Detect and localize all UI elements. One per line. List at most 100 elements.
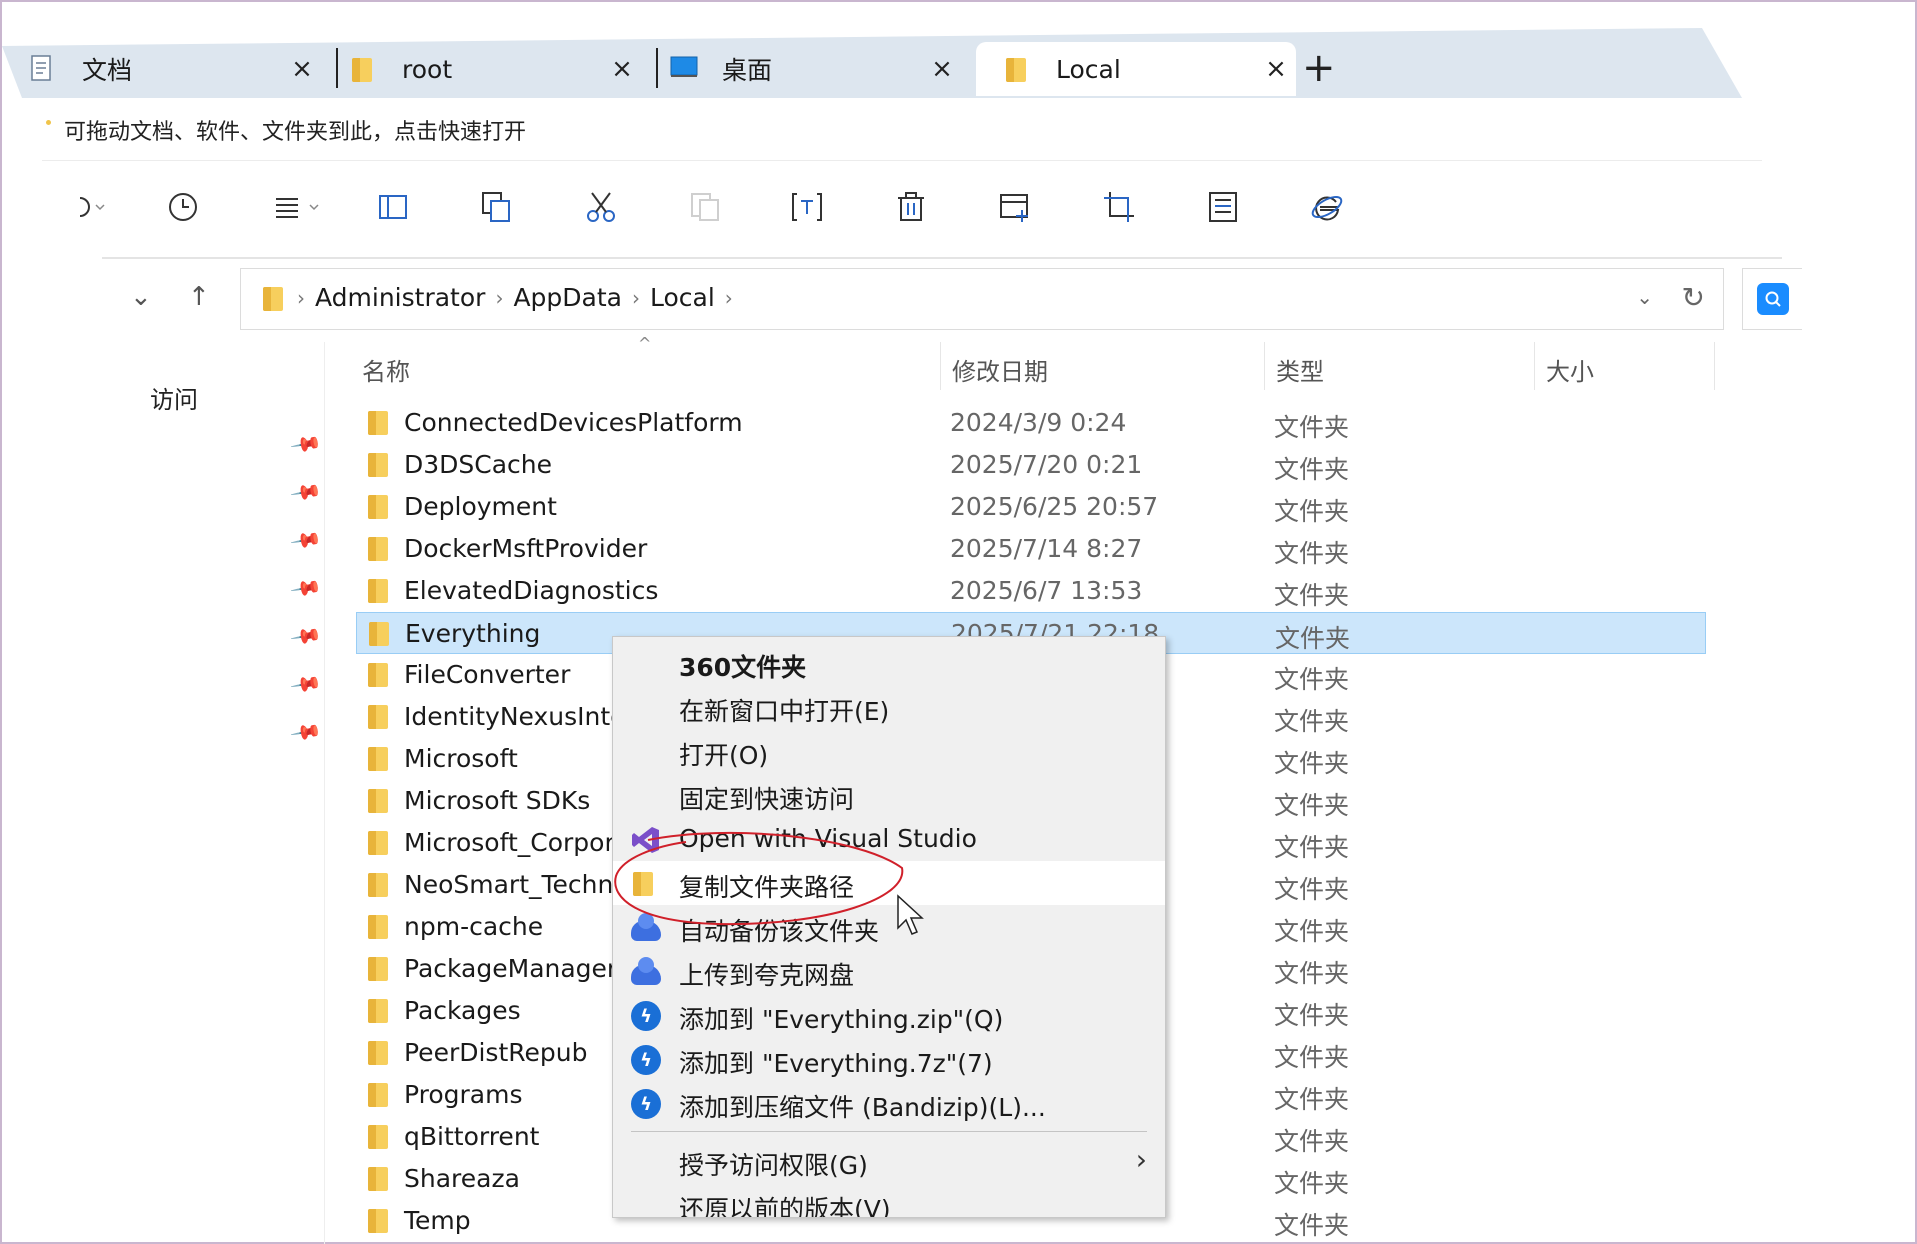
preview-pane-icon[interactable] <box>376 190 410 224</box>
file-type: 文件夹 <box>1274 497 1350 526</box>
menu-item-copy-folder-path[interactable]: 复制文件夹路径 <box>613 861 1165 905</box>
column-header-name[interactable]: 名称 <box>362 352 410 387</box>
pin-icon[interactable]: 📌 <box>289 667 323 701</box>
folder-icon <box>366 744 392 772</box>
menu-item-label: 添加到 "Everything.zip"(Q) <box>679 1005 1004 1034</box>
folder-icon <box>367 619 393 647</box>
crop-icon[interactable] <box>1102 190 1136 224</box>
redo-icon[interactable] <box>72 190 106 224</box>
breadcrumb-separator[interactable]: › <box>297 286 305 310</box>
folder-icon <box>366 1080 392 1108</box>
file-type: 文件夹 <box>1274 1043 1350 1072</box>
folder-icon <box>366 492 392 520</box>
table-row[interactable]: ElevatedDiagnostics 2025/6/7 13:53 文件夹 <box>356 570 1706 612</box>
file-name: Everything <box>405 619 541 648</box>
tab-desktop[interactable]: 桌面 × <box>642 42 962 96</box>
menu-item-open[interactable]: 打开(O) <box>613 729 1165 773</box>
properties-icon[interactable] <box>1206 190 1240 224</box>
close-icon[interactable]: × <box>1256 54 1296 84</box>
file-type: 文件夹 <box>1274 959 1350 988</box>
menu-item-label: 打开(O) <box>679 741 769 770</box>
breadcrumb-separator[interactable]: › <box>725 286 733 310</box>
close-icon[interactable]: × <box>922 54 962 84</box>
file-name: Programs <box>404 1080 523 1109</box>
tab-root[interactable]: root × <box>322 42 642 96</box>
quick-launch-hint[interactable]: 可拖动文档、软件、文件夹到此，点击快速打开 <box>64 114 526 146</box>
table-row[interactable]: DockerMsftProvider 2025/7/14 8:27 文件夹 <box>356 528 1706 570</box>
folder-icon <box>631 869 661 899</box>
tab-documents[interactable]: 文档 × <box>2 42 322 96</box>
menu-item-label: 复制文件夹路径 <box>679 873 855 902</box>
file-type: 文件夹 <box>1274 1085 1350 1114</box>
pin-icon[interactable]: 📌 <box>289 475 323 509</box>
menu-item-open-visual-studio[interactable]: Open with Visual Studio <box>613 817 1165 861</box>
new-item-icon[interactable] <box>998 190 1032 224</box>
quick-access-label[interactable]: 访问 <box>150 380 198 415</box>
breadcrumb-local[interactable]: Local <box>650 283 715 312</box>
menu-item-add-zip[interactable]: ϟ 添加到 "Everything.zip"(Q) <box>613 993 1165 1037</box>
menu-item-grant-access[interactable]: 授予访问权限(G) › <box>613 1139 1165 1183</box>
menu-item-label: Open with Visual Studio <box>679 824 977 853</box>
refresh-icon[interactable]: ↻ <box>1682 281 1705 314</box>
menu-item-add-archive[interactable]: ϟ 添加到压缩文件 (Bandizip)(L)... <box>613 1081 1165 1125</box>
table-row[interactable]: Deployment 2025/6/25 20:57 文件夹 <box>356 486 1706 528</box>
history-icon[interactable] <box>166 190 200 224</box>
column-header-size[interactable]: 大小 <box>1546 352 1594 387</box>
up-button[interactable]: ↑ <box>188 282 210 312</box>
column-separator[interactable] <box>940 342 941 390</box>
pin-icon[interactable]: 📌 <box>289 571 323 605</box>
file-name: npm-cache <box>404 912 544 941</box>
close-icon[interactable]: × <box>602 54 642 84</box>
file-type: 文件夹 <box>1274 581 1350 610</box>
search-icon[interactable] <box>1757 283 1789 315</box>
chevron-down-icon[interactable]: ⌄ <box>1636 285 1653 309</box>
column-header-modified[interactable]: 修改日期 <box>952 352 1048 387</box>
table-row[interactable]: D3DSCache 2025/7/20 0:21 文件夹 <box>356 444 1706 486</box>
column-header-type[interactable]: 类型 <box>1276 352 1324 387</box>
pin-icon[interactable]: 📌 <box>289 619 323 653</box>
copy-icon[interactable] <box>480 190 514 224</box>
table-row[interactable]: ConnectedDevicesPlatform 2024/3/9 0:24 文件夹 <box>356 402 1706 444</box>
pin-icon[interactable]: 📌 <box>289 427 323 461</box>
pin-icon[interactable]: 📌 <box>289 523 323 557</box>
view-list-icon[interactable] <box>272 190 328 224</box>
folder-icon <box>366 870 392 898</box>
tab-local[interactable]: Local × <box>976 42 1296 96</box>
menu-item-auto-backup[interactable]: 自动备份该文件夹 <box>613 905 1165 949</box>
browser-icon[interactable] <box>1310 190 1344 224</box>
rename-icon[interactable] <box>790 190 824 224</box>
recent-locations-button[interactable]: ⌄ <box>130 282 152 312</box>
pin-icon[interactable]: 📌 <box>289 715 323 749</box>
file-date: 2025/6/25 20:57 <box>950 492 1159 521</box>
menu-item-360-folder[interactable]: 360文件夹 <box>613 641 1165 685</box>
menu-item-upload-quark[interactable]: 上传到夸克网盘 <box>613 949 1165 993</box>
menu-item-pin-quick-access[interactable]: 固定到快速访问 <box>613 773 1165 817</box>
add-tab-button[interactable]: + <box>1302 44 1336 92</box>
file-name: IdentityNexusInte <box>404 702 626 731</box>
cut-icon[interactable] <box>584 190 618 224</box>
close-icon[interactable]: × <box>282 54 322 84</box>
breadcrumb-separator[interactable]: › <box>495 286 503 310</box>
column-separator[interactable] <box>1714 342 1715 390</box>
file-name: FileConverter <box>404 660 571 689</box>
folder-icon <box>366 1038 392 1066</box>
breadcrumb-separator[interactable]: › <box>632 286 640 310</box>
column-separator[interactable] <box>1534 342 1535 390</box>
breadcrumb-appdata[interactable]: AppData <box>513 283 622 312</box>
menu-item-restore-versions[interactable]: 还原以前的版本(V) <box>613 1183 1165 1217</box>
address-bar[interactable]: › Administrator › AppData › Local › ⌄ ↻ <box>240 268 1724 330</box>
delete-icon[interactable] <box>894 190 928 224</box>
tab-label: root <box>402 54 453 84</box>
breadcrumb-administrator[interactable]: Administrator <box>315 283 485 312</box>
file-name: Microsoft SDKs <box>404 786 591 815</box>
file-name: Shareaza <box>404 1164 520 1193</box>
bandizip-icon: ϟ <box>631 1089 661 1119</box>
menu-item-label: 固定到快速访问 <box>679 785 855 814</box>
divider <box>42 160 1762 161</box>
column-separator[interactable] <box>1264 342 1265 390</box>
search-box[interactable] <box>1742 268 1802 330</box>
folder-icon <box>366 786 392 814</box>
menu-item-open-new-window[interactable]: 在新窗口中打开(E) <box>613 685 1165 729</box>
menu-item-add-7z[interactable]: ϟ 添加到 "Everything.7z"(7) <box>613 1037 1165 1081</box>
cloud-icon <box>631 957 661 987</box>
